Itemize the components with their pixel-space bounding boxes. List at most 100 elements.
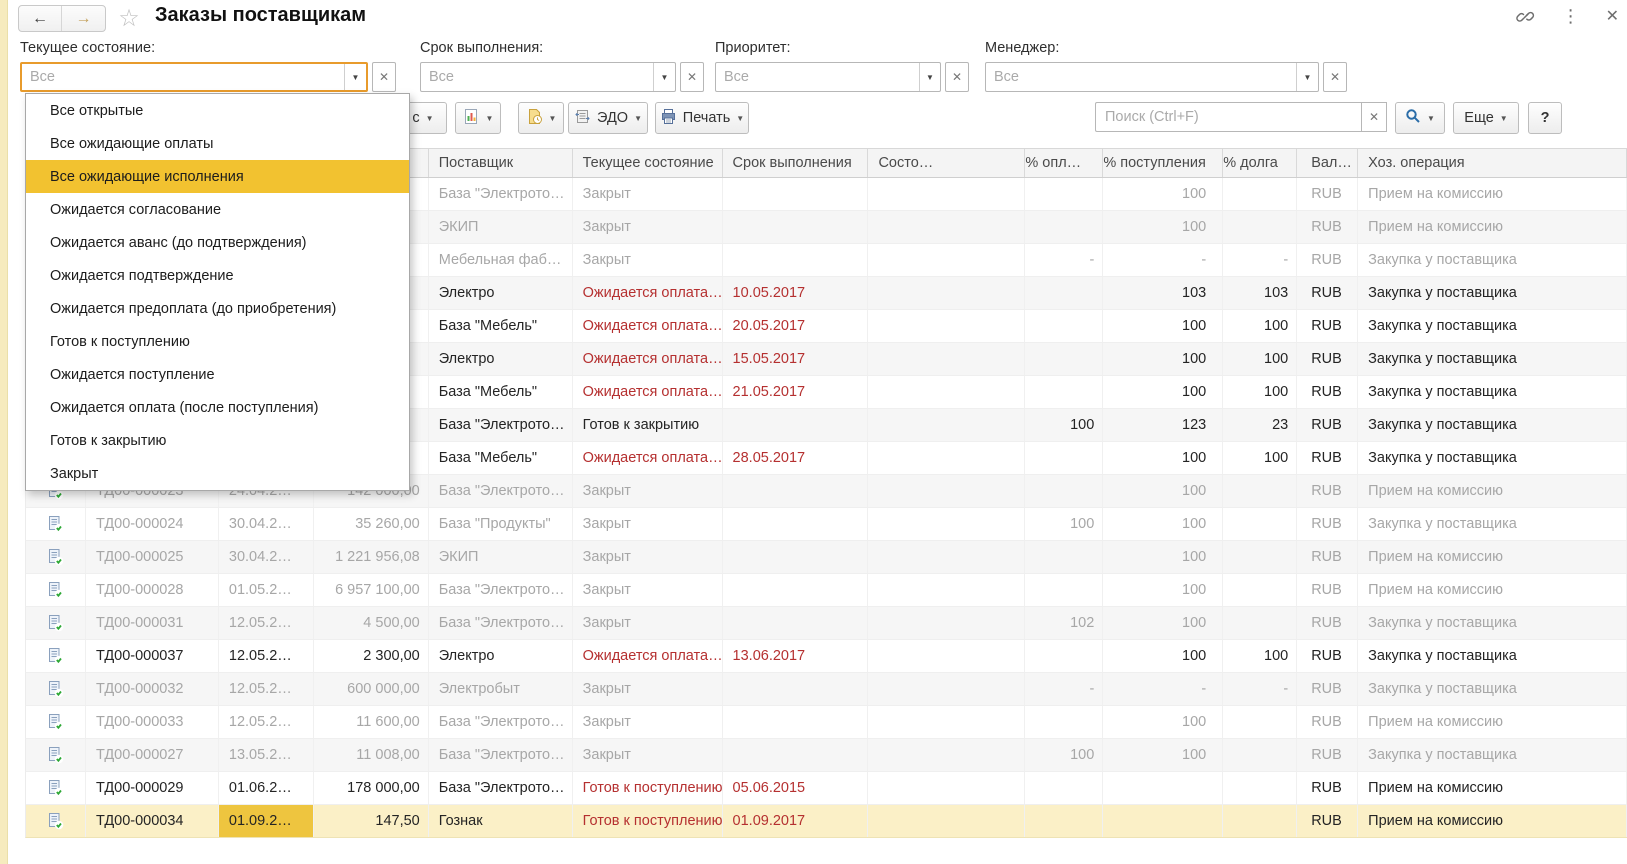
chevron-down-icon[interactable]: ▼ bbox=[1296, 63, 1318, 91]
cell-state: Закрыт bbox=[573, 673, 723, 705]
search-clear-button[interactable]: ✕ bbox=[1361, 102, 1387, 132]
more-button[interactable]: Еще▼ bbox=[1453, 102, 1519, 134]
due-combobox[interactable]: ▼ bbox=[420, 62, 676, 92]
cell-paid bbox=[1025, 805, 1103, 837]
link-icon[interactable] bbox=[1516, 6, 1536, 26]
table-row[interactable]: ТД00-00003712.05.2…2 300,00ЭлектроОжидае… bbox=[25, 640, 1627, 673]
priority-clear-button[interactable]: ✕ bbox=[945, 62, 969, 92]
back-button[interactable]: ← bbox=[19, 6, 62, 31]
chevron-down-icon[interactable]: ▼ bbox=[919, 63, 940, 91]
cell-cur: RUB bbox=[1297, 574, 1358, 606]
cell-date: 01.09.2… bbox=[219, 805, 314, 837]
cell-paid bbox=[1025, 640, 1103, 672]
cell-paid bbox=[1025, 211, 1103, 243]
dropdown-item[interactable]: Все ожидающие исполнения bbox=[26, 160, 409, 193]
cell-recv: - bbox=[1103, 673, 1223, 705]
manager-combobox[interactable]: ▼ bbox=[985, 62, 1319, 92]
table-row[interactable]: ТД00-00002713.05.2…11 008,00База "Электр… bbox=[25, 739, 1627, 772]
cell-supplier: ЭКИП bbox=[429, 211, 573, 243]
menu-kebab-icon[interactable]: ⋮ bbox=[1562, 7, 1580, 25]
cell-state: Ожидается оплата… bbox=[573, 277, 723, 309]
cell-op: Прием на комиссию bbox=[1358, 805, 1627, 837]
cell-paid: 100 bbox=[1025, 409, 1103, 441]
dropdown-item[interactable]: Ожидается оплата (после поступления) bbox=[26, 391, 409, 424]
search-input[interactable] bbox=[1095, 102, 1361, 132]
cell-sost bbox=[868, 442, 1025, 474]
column-header[interactable]: Поставщик bbox=[429, 149, 573, 177]
table-row[interactable]: ТД00-00002801.05.2…6 957 100,00База "Эле… bbox=[25, 574, 1627, 607]
search-button[interactable]: ▼ bbox=[1395, 102, 1445, 134]
due-clear-button[interactable]: ✕ bbox=[680, 62, 704, 92]
dropdown-item[interactable]: Ожидается предоплата (до приобретения) bbox=[26, 292, 409, 325]
cell-sum: 11 600,00 bbox=[314, 706, 429, 738]
cell-due: 10.05.2017 bbox=[723, 277, 869, 309]
current-state-input[interactable] bbox=[22, 64, 344, 90]
dropdown-item[interactable]: Ожидается поступление bbox=[26, 358, 409, 391]
cell-debt: 100 bbox=[1223, 343, 1297, 375]
cell-op: Закупка у поставщика bbox=[1358, 310, 1627, 342]
page-title: Заказы поставщикам bbox=[155, 4, 366, 27]
table-row[interactable]: ТД00-00003401.09.2…147,50ГознакГотов к п… bbox=[25, 805, 1627, 838]
cell-supplier: База "Электрото… bbox=[429, 706, 573, 738]
priority-combobox[interactable]: ▼ bbox=[715, 62, 941, 92]
chevron-down-icon[interactable]: ▼ bbox=[344, 64, 366, 90]
document-posted-icon bbox=[26, 574, 86, 606]
table-row[interactable]: ТД00-00002430.04.2…35 260,00База "Продук… bbox=[25, 508, 1627, 541]
manager-clear-button[interactable]: ✕ bbox=[1323, 62, 1347, 92]
cell-cur: RUB bbox=[1297, 310, 1358, 342]
cell-sost bbox=[868, 376, 1025, 408]
report-button[interactable]: ▼ bbox=[455, 102, 501, 134]
cell-debt: 103 bbox=[1223, 277, 1297, 309]
table-row[interactable]: ТД00-00003212.05.2…600 000,00ЭлектробытЗ… bbox=[25, 673, 1627, 706]
dropdown-item[interactable]: Готов к закрытию bbox=[26, 424, 409, 457]
manager-input[interactable] bbox=[986, 63, 1296, 91]
document-posted-icon bbox=[26, 673, 86, 705]
dropdown-item[interactable]: Ожидается аванс (до подтверждения) bbox=[26, 226, 409, 259]
cell-date: 12.05.2… bbox=[219, 706, 314, 738]
cell-cur: RUB bbox=[1297, 673, 1358, 705]
cell-op: Закупка у поставщика bbox=[1358, 244, 1627, 276]
current-state-clear-button[interactable]: ✕ bbox=[372, 62, 396, 92]
table-row[interactable]: ТД00-00002530.04.2…1 221 956,08ЭКИПЗакры… bbox=[25, 541, 1627, 574]
dropdown-item[interactable]: Закрыт bbox=[26, 457, 409, 490]
chevron-down-icon[interactable]: ▼ bbox=[653, 63, 675, 91]
cell-sost bbox=[868, 574, 1025, 606]
column-header[interactable]: Хоз. операция bbox=[1358, 149, 1627, 177]
help-button[interactable]: ? bbox=[1528, 102, 1562, 134]
favorite-star-icon[interactable]: ☆ bbox=[116, 6, 142, 32]
document-posted-icon bbox=[26, 607, 86, 639]
table-row[interactable]: ТД00-00003312.05.2…11 600,00База "Электр… bbox=[25, 706, 1627, 739]
edo-button[interactable]: ЭДО ▼ bbox=[568, 102, 648, 134]
cell-op: Закупка у поставщика bbox=[1358, 739, 1627, 771]
due-input[interactable] bbox=[421, 63, 653, 91]
dropdown-item[interactable]: Все открытые bbox=[26, 94, 409, 127]
column-header[interactable]: Состо… bbox=[868, 149, 1025, 177]
cell-cur: RUB bbox=[1297, 541, 1358, 573]
cell-paid: - bbox=[1025, 673, 1103, 705]
close-icon[interactable]: ✕ bbox=[1606, 6, 1619, 26]
dropdown-item[interactable]: Ожидается согласование bbox=[26, 193, 409, 226]
cell-debt: 100 bbox=[1223, 310, 1297, 342]
cell-paid: 102 bbox=[1025, 607, 1103, 639]
priority-input[interactable] bbox=[716, 63, 919, 91]
cell-recv: 100 bbox=[1103, 706, 1223, 738]
column-header[interactable]: Вал… bbox=[1297, 149, 1358, 177]
dropdown-item[interactable]: Ожидается подтверждение bbox=[26, 259, 409, 292]
cell-cur: RUB bbox=[1297, 607, 1358, 639]
column-header[interactable]: % опл… bbox=[1025, 149, 1103, 177]
column-header[interactable]: % долга bbox=[1223, 149, 1297, 177]
column-header[interactable]: Срок выполнения bbox=[723, 149, 869, 177]
dropdown-item[interactable]: Готов к поступлению bbox=[26, 325, 409, 358]
cell-date: 13.05.2… bbox=[219, 739, 314, 771]
document-schedule-button[interactable]: ▼ bbox=[518, 102, 564, 134]
column-header[interactable]: % поступления bbox=[1103, 149, 1223, 177]
current-state-combobox[interactable]: ▼ bbox=[20, 62, 368, 92]
table-row[interactable]: ТД00-00003112.05.2…4 500,00База "Электро… bbox=[25, 607, 1627, 640]
print-button[interactable]: Печать ▼ bbox=[655, 102, 749, 134]
column-header[interactable]: Текущее состояние bbox=[573, 149, 723, 177]
dropdown-item[interactable]: Все ожидающие оплаты bbox=[26, 127, 409, 160]
forward-button[interactable]: → bbox=[62, 6, 105, 31]
cell-due: 20.05.2017 bbox=[723, 310, 869, 342]
table-row[interactable]: ТД00-00002901.06.2…178 000,00База "Элект… bbox=[25, 772, 1627, 805]
document-posted-icon bbox=[26, 541, 86, 573]
